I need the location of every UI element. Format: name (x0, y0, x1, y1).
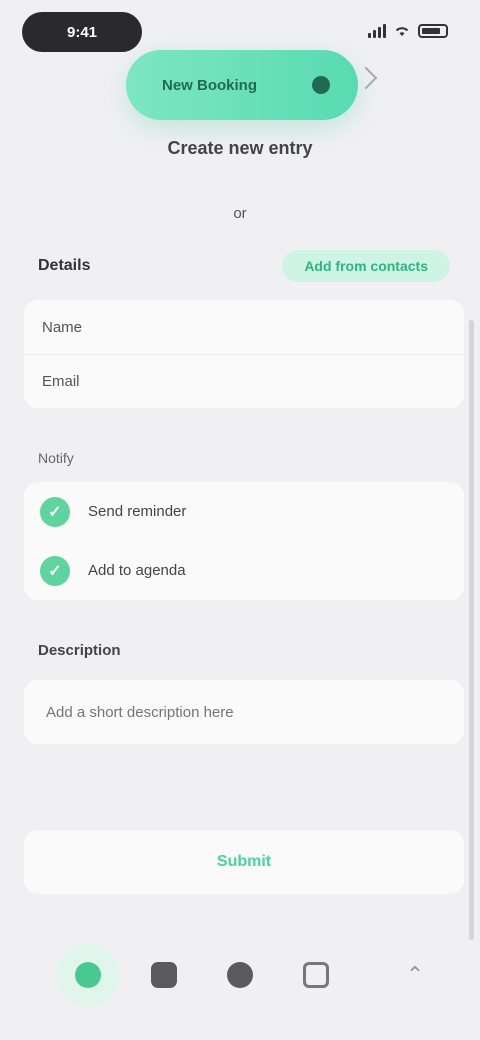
name-field[interactable]: Name (24, 300, 464, 354)
home-icon (75, 962, 101, 988)
option-label: Send reminder (88, 503, 187, 520)
chevron-right-icon[interactable] (354, 66, 378, 90)
option-send-reminder[interactable]: ✓ Send reminder (24, 482, 464, 541)
description-label: Description (38, 642, 121, 659)
bag-icon (151, 962, 177, 988)
options-group-label: Notify (38, 450, 74, 466)
submit-button[interactable]: Submit (24, 830, 464, 894)
tab-home[interactable] (50, 933, 126, 1017)
tab-shop[interactable] (126, 933, 202, 1017)
submit-label: Submit (216, 853, 272, 870)
scrollbar[interactable] (469, 320, 474, 940)
circle-icon (312, 76, 330, 94)
page-title: Create new entry (167, 138, 313, 158)
status-icons (368, 18, 448, 44)
section-title: Details (38, 257, 91, 274)
signal-icon (368, 24, 386, 38)
add-from-contacts-button[interactable]: Add from contacts (282, 250, 450, 282)
options-card: ✓ Send reminder ✓ Add to agenda (24, 482, 464, 600)
chat-icon (227, 962, 253, 988)
clock: 9:41 (22, 12, 142, 52)
email-field[interactable]: Email (24, 354, 464, 408)
wifi-icon (395, 27, 409, 36)
check-icon[interactable]: ✓ (40, 555, 70, 586)
option-add-to-agenda[interactable]: ✓ Add to agenda (24, 541, 464, 600)
check-icon[interactable]: ✓ (40, 496, 70, 527)
divider-label: or (233, 205, 247, 222)
tab-calendar[interactable] (278, 933, 354, 1017)
option-label: Add to agenda (88, 562, 186, 579)
new-booking-button[interactable]: New Booking (126, 50, 358, 120)
chevron-up-icon[interactable]: ⌃ (400, 960, 430, 990)
field-label: Name (42, 318, 83, 336)
new-booking-label: New Booking (162, 76, 258, 94)
battery-icon (418, 24, 448, 38)
details-section-header: Details Add from contacts (38, 250, 450, 282)
description-card (24, 680, 464, 744)
calendar-icon (303, 962, 329, 988)
fields-card: Name Email (24, 300, 464, 408)
description-input[interactable] (46, 703, 442, 721)
field-label: Email (42, 373, 80, 390)
tab-messages[interactable] (202, 933, 278, 1017)
